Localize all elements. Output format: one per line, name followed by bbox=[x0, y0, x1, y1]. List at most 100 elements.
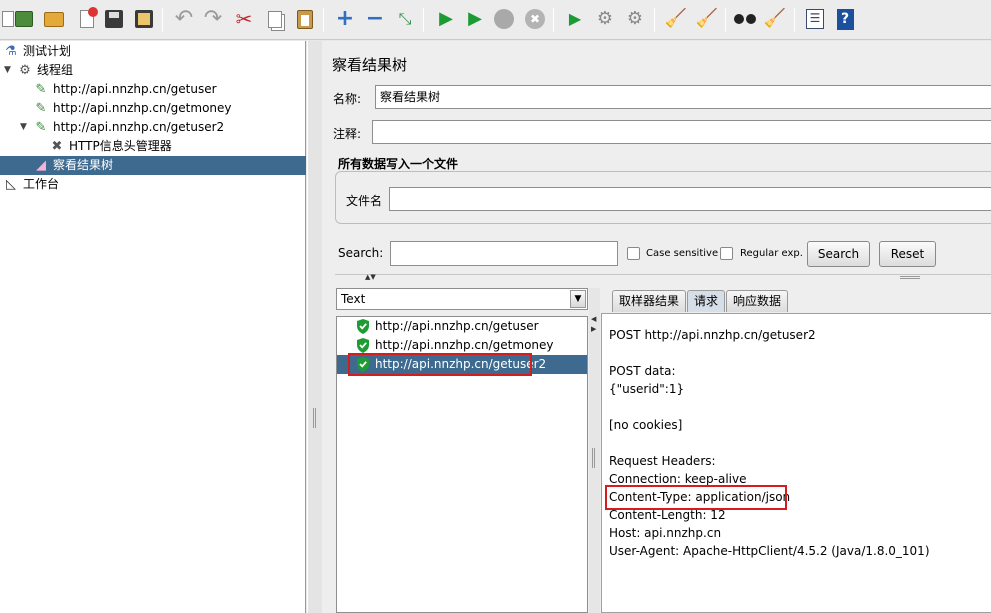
list-item-label: http://api.nnzhp.cn/getuser bbox=[375, 319, 539, 333]
sample-result-list: http://api.nnzhp.cn/getuser http://api.n… bbox=[336, 316, 588, 613]
success-shield-icon bbox=[357, 319, 369, 334]
tree-item-workbench[interactable]: ◺ 工作台 bbox=[2, 175, 59, 194]
toggle-icon[interactable]: ⤡ bbox=[393, 7, 417, 31]
save-screenshot-icon[interactable] bbox=[132, 7, 156, 31]
tree-item-view-results-tree[interactable]: ◢ 察看结果树 bbox=[0, 156, 306, 175]
filename-field[interactable] bbox=[389, 187, 991, 211]
toolbar-separator bbox=[725, 8, 726, 32]
tree-item-label: 察看结果树 bbox=[53, 158, 114, 172]
request-line: {"userid":1} bbox=[609, 382, 685, 396]
paste-icon[interactable] bbox=[293, 7, 317, 31]
tree-item-header-manager[interactable]: ✖ HTTP信息头管理器 bbox=[48, 137, 172, 156]
tree-item-sampler[interactable]: ✎ http://api.nnzhp.cn/getmoney bbox=[32, 99, 232, 118]
request-text-area[interactable]: POST http://api.nnzhp.cn/getuser2 POST d… bbox=[601, 313, 991, 613]
tab-sampler-result[interactable]: 取样器结果 bbox=[612, 290, 687, 312]
tree-item-label: http://api.nnzhp.cn/getuser2 bbox=[53, 120, 225, 134]
test-plan-tree: ⚗ 测试计划 ▼ ⚙ 线程组 ✎ http://api.nnzhp.cn/get… bbox=[0, 41, 306, 613]
templates-icon[interactable] bbox=[12, 7, 36, 31]
close-icon[interactable] bbox=[75, 7, 99, 31]
chevron-down-icon[interactable]: ▼ bbox=[570, 290, 586, 308]
regular-exp-label: Regular exp. bbox=[740, 248, 803, 259]
expand-icon[interactable]: + bbox=[333, 7, 357, 31]
list-item[interactable]: http://api.nnzhp.cn/getuser bbox=[337, 317, 587, 336]
comment-field[interactable] bbox=[372, 120, 991, 144]
request-line: Content-Length: 12 bbox=[609, 508, 726, 522]
copy-icon[interactable] bbox=[263, 7, 287, 31]
shutdown-icon[interactable]: ✖ bbox=[523, 7, 547, 31]
cut-icon[interactable]: ✂ bbox=[232, 7, 256, 31]
stop-icon[interactable] bbox=[492, 7, 516, 31]
search-icon[interactable] bbox=[733, 7, 757, 31]
clear-icon[interactable]: 🧹 bbox=[664, 7, 688, 31]
results-splitter[interactable]: ▲▼ bbox=[335, 273, 991, 283]
view-results-tree-panel: 察看结果树 名称: 察看结果树 注释: 所有数据写入一个文件 文件名 Searc… bbox=[322, 41, 991, 613]
collapse-right-icon[interactable]: ▶ bbox=[591, 325, 596, 333]
sampler-icon: ✎ bbox=[35, 81, 47, 97]
toolbar-separator bbox=[553, 8, 554, 32]
name-field[interactable]: 察看结果树 bbox=[375, 85, 991, 109]
function-helper-icon[interactable]: ☰ bbox=[803, 7, 827, 31]
search-input[interactable] bbox=[390, 241, 618, 266]
main-splitter[interactable] bbox=[307, 41, 322, 613]
toolbar: ↶ ↷ ✂ + − ⤡ ▶ ▶ ✖ ▶ ⚙ ⚙ 🧹 🧹 🧹 ☰ ? bbox=[0, 0, 991, 40]
expand-arrow-icon[interactable]: ▼ bbox=[4, 65, 11, 75]
comment-label: 注释: bbox=[333, 127, 362, 141]
request-line: [no cookies] bbox=[609, 418, 683, 432]
tree-item-label: 测试计划 bbox=[23, 44, 72, 58]
clear-all-icon[interactable]: 🧹 bbox=[695, 7, 719, 31]
highlight-box bbox=[605, 485, 787, 510]
tree-item-label: HTTP信息头管理器 bbox=[69, 139, 172, 153]
tree-item-label: http://api.nnzhp.cn/getuser bbox=[53, 82, 217, 96]
toolbar-separator bbox=[794, 8, 795, 32]
undo-icon[interactable]: ↶ bbox=[172, 7, 196, 31]
remote-stop-icon[interactable]: ⚙ bbox=[593, 7, 617, 31]
renderer-select[interactable]: Text ▼ bbox=[336, 288, 588, 310]
remote-exit-icon[interactable]: ⚙ bbox=[623, 7, 647, 31]
collapse-left-icon[interactable]: ◀ bbox=[591, 315, 596, 323]
tab-response-data[interactable]: 响应数据 bbox=[726, 290, 789, 312]
reset-search-icon[interactable]: 🧹 bbox=[763, 7, 787, 31]
case-sensitive-label: Case sensitive bbox=[646, 248, 719, 259]
sampler-icon: ✎ bbox=[35, 119, 47, 135]
open-icon[interactable] bbox=[42, 7, 66, 31]
listener-icon: ◢ bbox=[36, 157, 46, 173]
tree-item-thread-group[interactable]: ⚙ 线程组 bbox=[16, 61, 73, 80]
highlight-box bbox=[348, 353, 532, 376]
splitter-grip[interactable] bbox=[313, 408, 316, 428]
toolbar-separator bbox=[162, 8, 163, 32]
case-sensitive-checkbox[interactable] bbox=[627, 247, 640, 260]
tree-item-test-plan[interactable]: ⚗ 测试计划 bbox=[2, 42, 71, 61]
tab-request[interactable]: 请求 bbox=[687, 290, 726, 312]
collapse-arrows-icon[interactable]: ▲▼ bbox=[365, 273, 376, 281]
thread-group-icon: ⚙ bbox=[19, 62, 31, 78]
start-icon[interactable]: ▶ bbox=[434, 7, 458, 31]
regular-exp-checkbox[interactable] bbox=[720, 247, 733, 260]
workbench-icon: ◺ bbox=[6, 176, 16, 192]
redo-icon[interactable]: ↷ bbox=[201, 7, 225, 31]
help-icon[interactable]: ? bbox=[833, 7, 857, 31]
start-no-pause-icon[interactable]: ▶ bbox=[463, 7, 487, 31]
reset-button[interactable]: Reset bbox=[879, 241, 936, 267]
file-section-title: 所有数据写入一个文件 bbox=[338, 157, 459, 171]
search-label: Search: bbox=[338, 246, 384, 260]
toolbar-separator bbox=[323, 8, 324, 32]
tree-item-label: http://api.nnzhp.cn/getmoney bbox=[53, 101, 232, 115]
success-shield-icon bbox=[357, 338, 369, 353]
collapse-icon[interactable]: − bbox=[363, 7, 387, 31]
name-label: 名称: bbox=[333, 92, 362, 106]
list-detail-splitter[interactable]: ◀ ▶ bbox=[589, 288, 600, 613]
search-button[interactable]: Search bbox=[807, 241, 870, 267]
remote-start-icon[interactable]: ▶ bbox=[563, 7, 587, 31]
header-manager-icon: ✖ bbox=[51, 138, 63, 154]
tree-item-sampler[interactable]: ✎ http://api.nnzhp.cn/getuser2 bbox=[32, 118, 225, 137]
request-line: POST data: bbox=[609, 364, 676, 378]
toolbar-separator bbox=[423, 8, 424, 32]
splitter-grip[interactable] bbox=[900, 276, 920, 279]
request-line: Host: api.nnzhp.cn bbox=[609, 526, 722, 540]
sampler-icon: ✎ bbox=[35, 100, 47, 116]
expand-arrow-icon[interactable]: ▼ bbox=[20, 122, 27, 132]
request-line: POST http://api.nnzhp.cn/getuser2 bbox=[609, 328, 816, 342]
tree-item-sampler[interactable]: ✎ http://api.nnzhp.cn/getuser bbox=[32, 80, 217, 99]
save-icon[interactable] bbox=[102, 7, 126, 31]
splitter-grip[interactable] bbox=[592, 448, 595, 468]
